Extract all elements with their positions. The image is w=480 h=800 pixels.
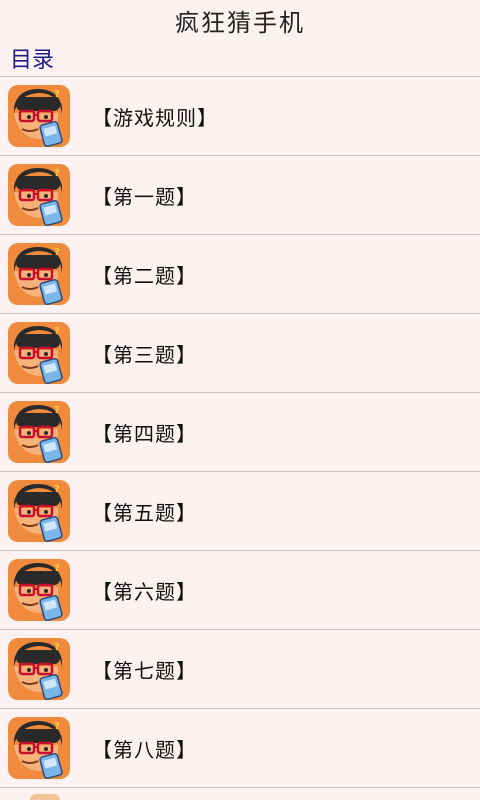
list-item-label: 【第八题】 — [92, 737, 197, 762]
list-item[interactable]: ? 【第七题】 — [0, 630, 480, 709]
list-item[interactable]: ? 【第三题】 — [0, 314, 480, 393]
list-item[interactable]: ? 【第二题】 — [0, 235, 480, 314]
svg-text:?: ? — [54, 563, 60, 574]
list-item-label: 【游戏规则】 — [92, 105, 218, 130]
svg-text:?: ? — [54, 405, 60, 416]
list-item[interactable]: ? 【游戏规则】 — [0, 77, 480, 156]
guessing-character-icon: ? — [8, 85, 70, 147]
guessing-character-icon: ? — [8, 559, 70, 621]
svg-text:?: ? — [54, 168, 60, 179]
guessing-character-icon: ? — [8, 401, 70, 463]
list-item[interactable]: ? 【第八题】 — [0, 709, 480, 788]
list-item-label: 【第一题】 — [92, 184, 197, 209]
list-item-label: 【第七题】 — [92, 658, 197, 683]
svg-text:?: ? — [54, 247, 60, 258]
svg-text:?: ? — [54, 484, 60, 495]
page-title: 疯狂猜手机 — [175, 8, 305, 37]
list-item-label: 【第二题】 — [92, 263, 197, 288]
section-header: 目录 — [0, 40, 480, 77]
guessing-character-icon: ? — [8, 638, 70, 700]
guessing-character-icon: ? — [8, 480, 70, 542]
list-item[interactable]: ? 【第四题】 — [0, 393, 480, 472]
app-screen: 疯狂猜手机 目录 ? 【游戏规则】 ? 【第一题】 ? 【第二题】 ? 【第三题… — [0, 0, 480, 800]
svg-text:?: ? — [54, 89, 60, 100]
list-item-label: 【第六题】 — [92, 579, 197, 604]
list-item[interactable]: ? 【第五题】 — [0, 472, 480, 551]
guessing-character-icon: ? — [8, 164, 70, 226]
svg-text:?: ? — [54, 642, 60, 653]
next-item-peek — [30, 794, 60, 800]
list-item-label: 【第五题】 — [92, 500, 197, 525]
list-item-label: 【第三题】 — [92, 342, 197, 367]
guessing-character-icon: ? — [8, 717, 70, 779]
list-item-label: 【第四题】 — [92, 421, 197, 446]
svg-text:?: ? — [54, 721, 60, 732]
item-list: ? 【游戏规则】 ? 【第一题】 ? 【第二题】 ? 【第三题】 ? 【第四题】… — [0, 77, 480, 788]
guessing-character-icon: ? — [8, 322, 70, 384]
svg-text:?: ? — [54, 326, 60, 337]
list-item[interactable]: ? 【第一题】 — [0, 156, 480, 235]
guessing-character-icon: ? — [8, 243, 70, 305]
list-item[interactable]: ? 【第六题】 — [0, 551, 480, 630]
